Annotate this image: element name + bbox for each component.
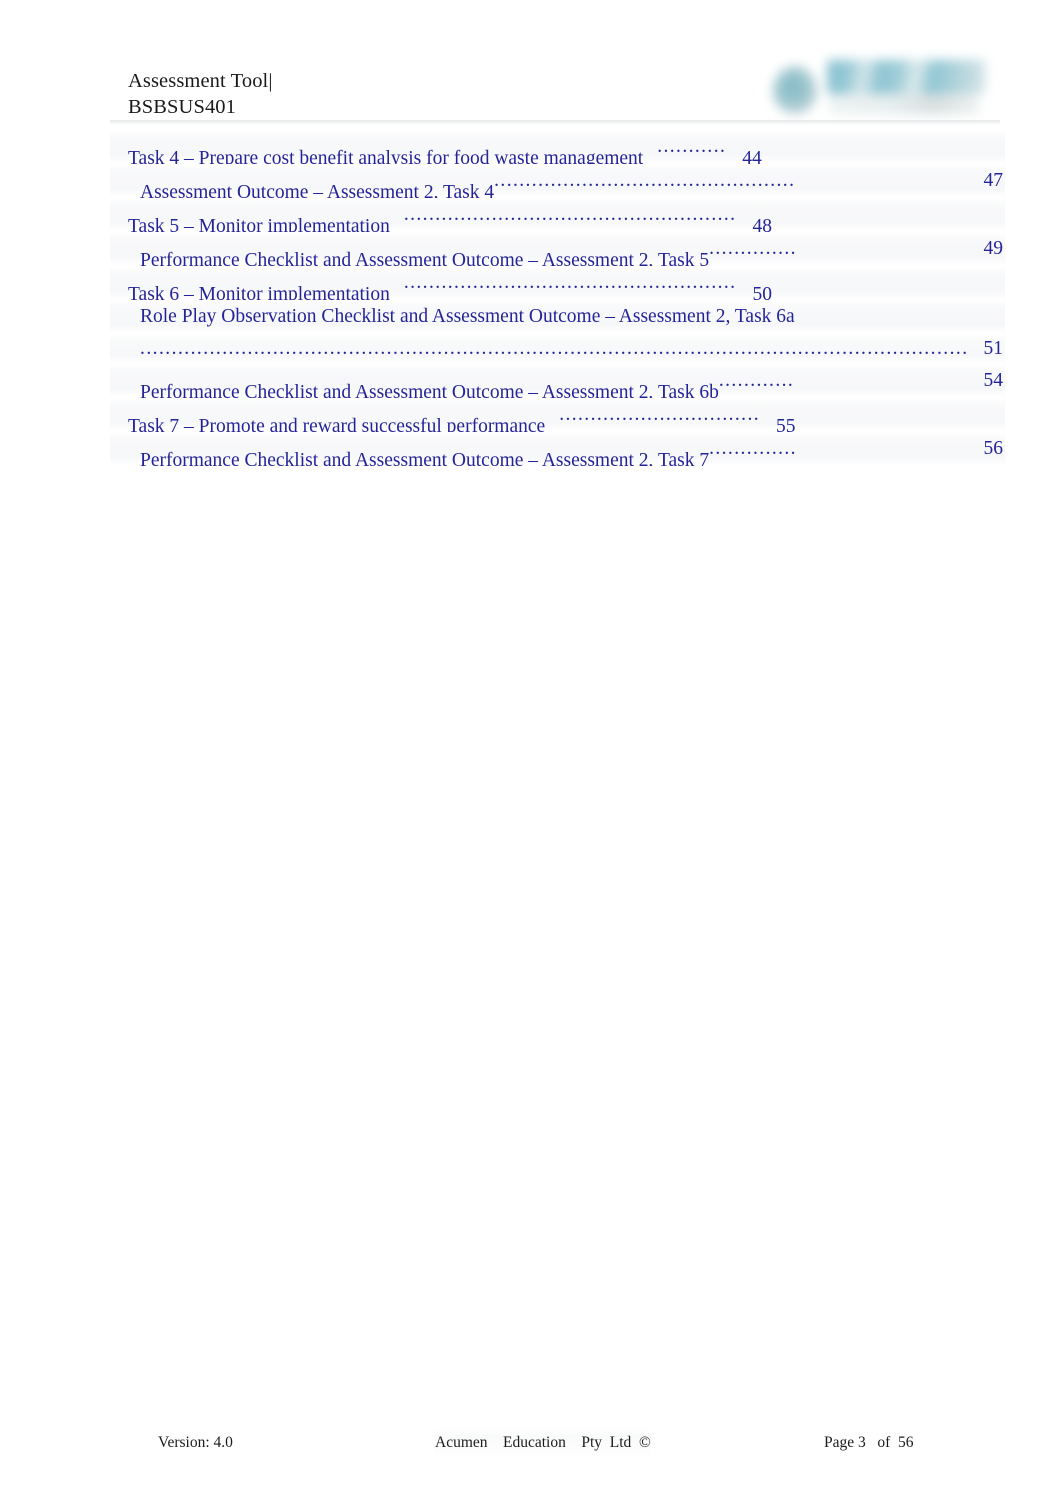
toc-page-number: 51	[983, 338, 1004, 359]
document-page: Assessment Tool| BSBSUS401 Task 4 – Prep…	[0, 0, 1062, 1506]
header-subtitle: BSBSUS401	[128, 96, 237, 118]
logo-tagline	[829, 94, 979, 114]
toc-entry[interactable]: Task 4 – Prepare cost benefit analysis f…	[110, 130, 1005, 164]
toc-entry-label: Role Play Observation Checklist and Asse…	[140, 306, 795, 327]
logo-wordmark	[827, 60, 985, 94]
page-footer: Version: 4.0 Acumen Education Pty Ltd © …	[110, 1428, 1000, 1462]
toc-dot-leader: ........................................…	[494, 170, 796, 191]
toc-dot-leader: ........................................…	[403, 204, 737, 225]
toc-entry[interactable]: Task 7 – Promote and reward successful p…	[110, 398, 1005, 432]
toc-entry-label: Task 5 – Monitor implementation	[128, 216, 390, 232]
header-divider	[110, 120, 1000, 125]
toc-dot-leader: ........................................…	[403, 272, 737, 293]
toc-dot-leader: ..............	[709, 238, 797, 259]
toc-entry-label: Performance Checklist and Assessment Out…	[140, 382, 719, 398]
toc-entry[interactable]: Performance Checklist and Assessment Out…	[110, 432, 1005, 466]
toc-entry-continuation[interactable]: ........................................…	[110, 334, 1005, 364]
toc-dot-leader: ................................	[559, 404, 761, 425]
page-header: Assessment Tool| BSBSUS401	[110, 58, 1000, 120]
toc-page-number: 50	[752, 284, 772, 300]
footer-copyright: Acumen Education Pty Ltd ©	[435, 1428, 651, 1458]
toc-entry-label: Task 4 – Prepare cost benefit analysis f…	[128, 148, 644, 164]
table-of-contents: Task 4 – Prepare cost benefit analysis f…	[110, 130, 1005, 466]
logo-mark-icon	[773, 66, 817, 114]
header-title: Assessment Tool|	[128, 70, 273, 92]
footer-page-indicator: Page 3 of 56	[824, 1434, 914, 1451]
toc-entry[interactable]: Performance Checklist and Assessment Out…	[110, 232, 1005, 266]
toc-entry-label: Assessment Outcome – Assessment 2, Task …	[140, 182, 495, 198]
toc-entry[interactable]: Task 5 – Monitor implementation.........…	[110, 198, 1005, 232]
footer-version: Version: 4.0	[158, 1434, 233, 1451]
toc-entry[interactable]: Performance Checklist and Assessment Out…	[110, 364, 1005, 398]
toc-page-number: 47	[983, 170, 1004, 191]
toc-entry[interactable]: Assessment Outcome – Assessment 2, Task …	[110, 164, 1005, 198]
toc-page-number: 54	[983, 370, 1004, 391]
toc-entry-label: Task 7 – Promote and reward successful p…	[128, 416, 546, 432]
toc-page-number: 44	[742, 148, 762, 164]
toc-dot-leader: ............	[718, 370, 795, 391]
toc-page-number: 55	[776, 416, 796, 432]
toc-entry[interactable]: Task 6 – Monitor implementation.........…	[110, 266, 1005, 300]
toc-entry-label: Performance Checklist and Assessment Out…	[140, 450, 710, 466]
toc-dot-leader: ..............	[709, 438, 797, 459]
toc-entry-label: Task 6 – Monitor implementation	[128, 284, 390, 300]
toc-page-number: 49	[983, 238, 1004, 259]
toc-entry[interactable]: Role Play Observation Checklist and Asse…	[110, 300, 1005, 334]
toc-page-number: 48	[752, 216, 772, 232]
toc-page-number: 56	[983, 438, 1004, 459]
toc-dot-leader: ........................................…	[140, 338, 969, 359]
toc-entry-label: Performance Checklist and Assessment Out…	[140, 250, 710, 266]
toc-dot-leader: ...........	[657, 136, 727, 157]
